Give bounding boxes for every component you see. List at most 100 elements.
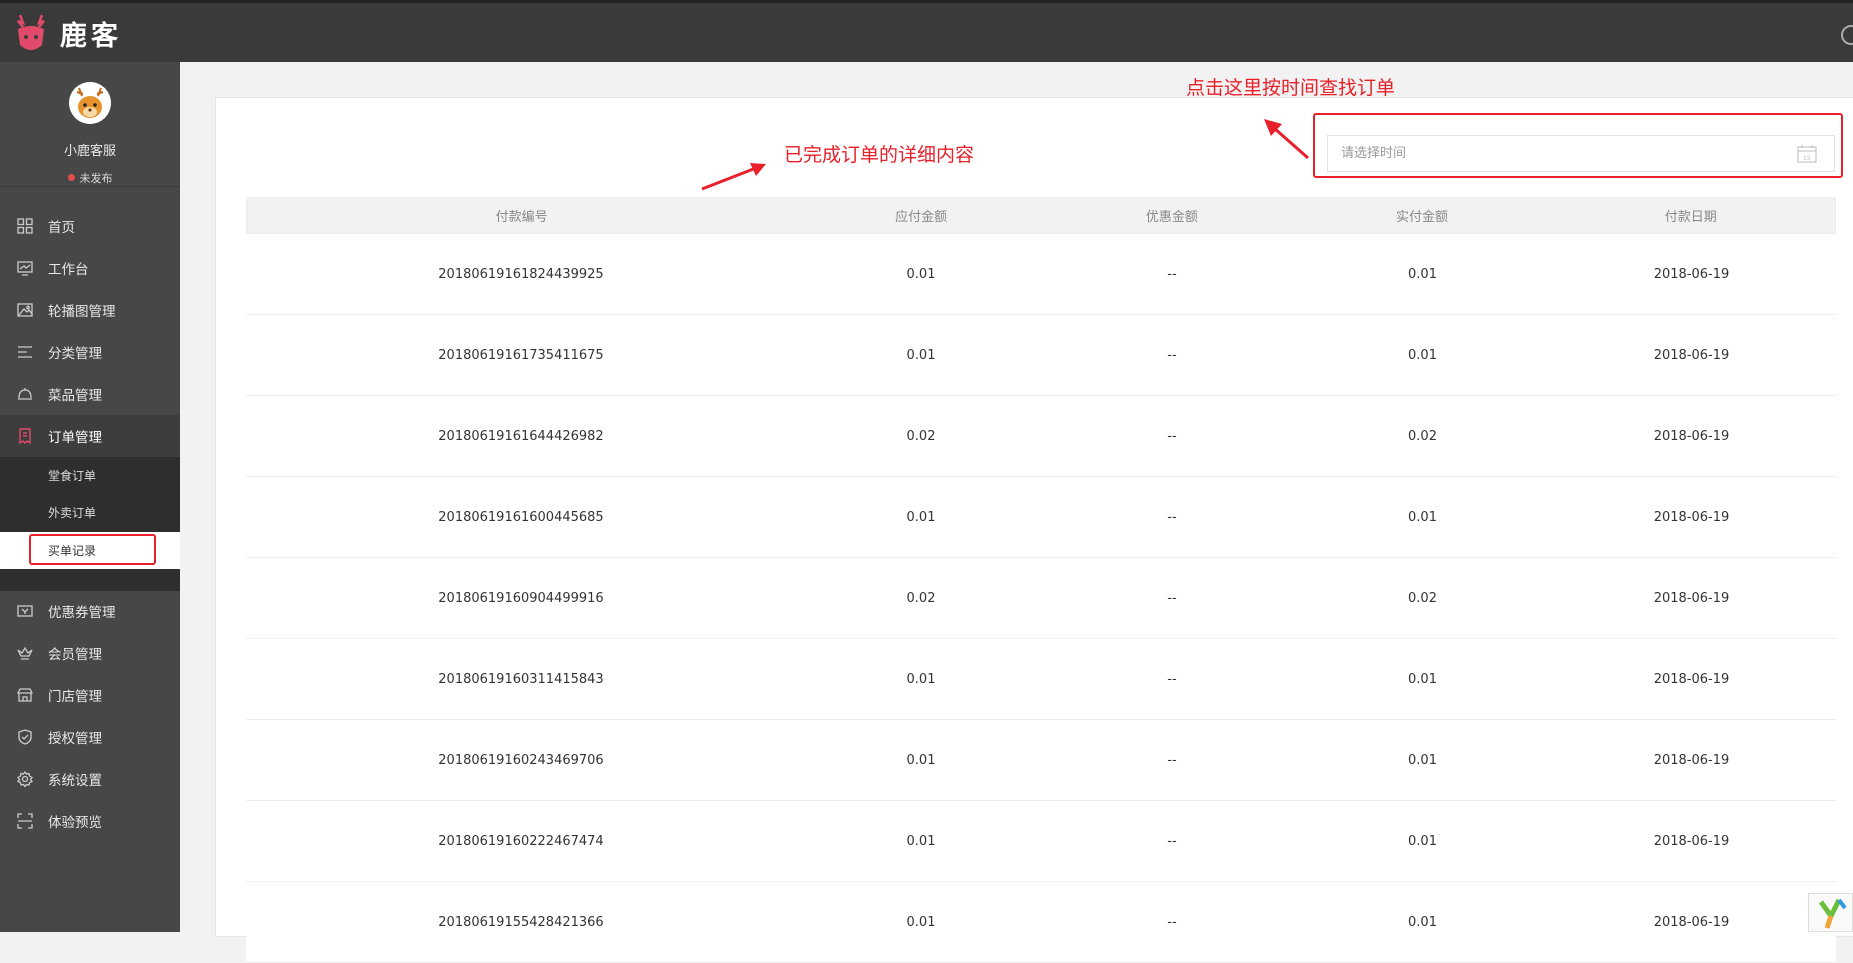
submenu-dine-in-orders[interactable]: 堂食订单 <box>0 457 180 494</box>
table-cell: 0.01 <box>906 752 936 768</box>
sidebar-item-label: 会员管理 <box>48 647 102 663</box>
store-icon <box>16 688 34 702</box>
status-text: 未发布 <box>79 172 113 185</box>
profile-card: 小鹿客服 未发布 <box>0 62 180 187</box>
table-cell: 0.01 <box>1408 671 1437 687</box>
sidebar-item-dishes[interactable]: 菜品管理 <box>0 373 180 415</box>
status-dot <box>67 174 75 181</box>
table-cell: 0.01 <box>906 833 936 849</box>
sidebar-item-settings[interactable]: 系统设置 <box>0 758 180 800</box>
table-row: 20180619160311415843 0.01 -- 0.01 2018-06-19 <box>246 639 1836 720</box>
sidebar-item-authorization[interactable]: 授权管理 <box>0 716 180 758</box>
sidebar-item-orders[interactable]: 订单管理 <box>0 415 180 457</box>
date-input[interactable] <box>1328 136 1796 171</box>
brand-y-icon <box>1818 898 1847 929</box>
shield-icon <box>18 729 32 745</box>
sidebar-item-category[interactable]: 分类管理 <box>0 331 180 373</box>
sidebar-item-label: 订单管理 <box>48 430 102 446</box>
table-body: 20180619161824439925 0.01 -- 0.01 2018-06-19… <box>246 234 1836 963</box>
table-cell: 2018-06-19 <box>1653 590 1730 606</box>
sidebar-item-members[interactable]: 会员管理 <box>0 632 180 674</box>
sidebar-item-stores[interactable]: 门店管理 <box>0 674 180 716</box>
table-cell: -- <box>1167 590 1177 606</box>
dish-icon <box>18 388 32 400</box>
column-header: 优惠金额 <box>1145 210 1198 225</box>
sidebar-item-label: 优惠券管理 <box>48 605 116 621</box>
power-icon[interactable] <box>1841 25 1853 45</box>
table-cell: 2018-06-19 <box>1653 428 1730 444</box>
submenu-label: 外卖订单 <box>48 506 97 520</box>
table-cell: 20180619160311415843 <box>438 671 604 687</box>
corner-logo[interactable] <box>1808 893 1853 932</box>
sidebar-item-label: 分类管理 <box>48 346 102 362</box>
coupon-icon <box>17 605 33 617</box>
crown-icon <box>17 646 33 660</box>
table-row: 20180619160904499916 0.02 -- 0.02 2018-06-19 <box>246 558 1836 639</box>
table-row: 20180619155428421366 0.01 -- 0.01 2018-06-19 <box>246 882 1836 963</box>
table-row: 20180619161735411675 0.01 -- 0.01 2018-06-19 <box>246 315 1836 396</box>
table-cell: -- <box>1167 914 1177 930</box>
list-icon <box>18 346 32 358</box>
submenu-label: 堂食订单 <box>48 469 97 483</box>
table-cell: 20180619161735411675 <box>438 347 604 363</box>
sidebar: 小鹿客服 未发布 首页 工作台 轮播图管理 分类管理 菜品管理 订单管理 堂食订… <box>0 62 180 932</box>
table-cell: 2018-06-19 <box>1653 752 1730 768</box>
table-row: 20180619160222467474 0.01 -- 0.01 2018-06-19 <box>246 801 1836 882</box>
table-cell: 0.01 <box>1408 833 1437 849</box>
grid-icon <box>17 218 33 234</box>
table-cell: -- <box>1167 671 1177 687</box>
deer-avatar-icon <box>69 82 111 124</box>
sidebar-item-coupons[interactable]: 优惠券管理 <box>0 590 180 632</box>
table-cell: 0.02 <box>906 590 936 606</box>
table-cell: 2018-06-19 <box>1653 509 1730 525</box>
submenu-delivery-orders[interactable]: 外卖订单 <box>0 494 180 531</box>
avatar[interactable] <box>69 82 111 124</box>
brand-name: 鹿客 <box>60 20 122 52</box>
sidebar-item-label: 门店管理 <box>48 689 102 705</box>
table-cell: 0.01 <box>906 914 936 930</box>
table-cell: 0.01 <box>906 671 936 687</box>
sidebar-item-label: 授权管理 <box>48 731 102 747</box>
table-row: 20180619161644426982 0.02 -- 0.02 2018-06-19 <box>246 396 1836 477</box>
column-header: 应付金额 <box>895 210 948 225</box>
table-cell: 0.02 <box>1408 428 1437 444</box>
profile-status: 未发布 <box>0 170 180 186</box>
table-cell: 0.02 <box>1408 590 1437 606</box>
sidebar-item-workbench[interactable]: 工作台 <box>0 247 180 289</box>
table-row: 20180619161600445685 0.01 -- 0.01 2018-06-19 <box>246 477 1836 558</box>
table-cell: 0.01 <box>1408 914 1437 930</box>
date-picker[interactable]: 15 <box>1327 135 1835 172</box>
scan-icon <box>17 813 33 829</box>
table-cell: 2018-06-19 <box>1653 671 1730 687</box>
highlight-box-submenu <box>29 534 156 565</box>
column-header: 付款日期 <box>1664 210 1717 225</box>
table-cell: 2018-06-19 <box>1653 833 1730 849</box>
svg-text:15: 15 <box>1803 155 1811 162</box>
sidebar-item-label: 轮播图管理 <box>48 304 116 320</box>
table-cell: 0.01 <box>1408 752 1437 768</box>
table-cell: 20180619161824439925 <box>438 266 604 282</box>
table-cell: 20180619160243469706 <box>438 752 604 768</box>
table-cell: -- <box>1167 833 1177 849</box>
sidebar-item-label: 系统设置 <box>48 773 102 789</box>
table-cell: 20180619160904499916 <box>438 590 604 606</box>
sidebar-item-preview[interactable]: 体验预览 <box>0 800 180 842</box>
annotation-arrow-icon <box>701 163 766 191</box>
annotation-arrow-icon <box>1264 119 1309 160</box>
table-cell: 2018-06-19 <box>1653 347 1730 363</box>
sidebar-item-banner[interactable]: 轮播图管理 <box>0 289 180 331</box>
table-cell: 20180619155428421366 <box>438 914 604 930</box>
image-icon <box>17 303 33 317</box>
table-cell: -- <box>1167 752 1177 768</box>
table-cell: 20180619161644426982 <box>438 428 604 444</box>
sidebar-item-home[interactable]: 首页 <box>0 205 180 247</box>
sidebar-item-label: 体验预览 <box>48 815 102 831</box>
order-icon <box>19 428 31 445</box>
table-cell: 20180619161600445685 <box>438 509 604 525</box>
calendar-icon[interactable]: 15 <box>1796 144 1818 164</box>
table-cell: -- <box>1167 347 1177 363</box>
brand-logo[interactable]: 鹿客 <box>14 11 122 55</box>
column-header: 付款编号 <box>495 210 548 225</box>
table-row: 20180619160243469706 0.01 -- 0.01 2018-06-19 <box>246 720 1836 801</box>
column-header: 实付金额 <box>1396 210 1449 225</box>
